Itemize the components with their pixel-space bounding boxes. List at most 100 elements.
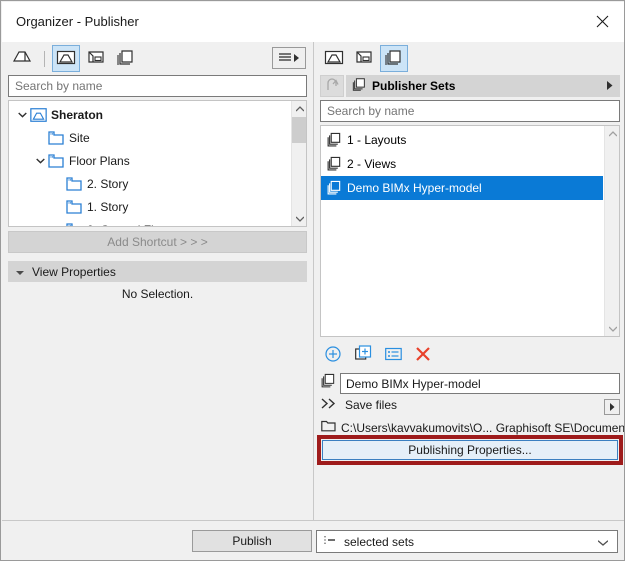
go-up-icon (325, 78, 339, 94)
tool-project-map[interactable] (8, 45, 36, 72)
tree-row[interactable]: Site (9, 126, 290, 149)
plus-circle-icon (325, 345, 341, 365)
publisher-set-icon (325, 156, 343, 172)
tree-row[interactable]: Sheraton (9, 103, 290, 126)
project-map-icon (12, 49, 32, 68)
delete-x-icon (415, 346, 431, 365)
view-map-tree[interactable]: Sheraton Site Floor Plans 2. Story 1. Story 0… (8, 100, 307, 227)
go-up-button[interactable] (320, 75, 344, 97)
duplicate-icon (354, 345, 372, 365)
view-folder-icon (65, 176, 83, 192)
publish-button[interactable]: Publish (192, 530, 312, 552)
title-bar: Organizer - Publisher (2, 2, 624, 42)
duplicate-set-button[interactable] (352, 344, 374, 366)
publisher-set-icon (325, 132, 343, 148)
publisher-sets-list[interactable]: 1 - Layouts 2 - Views Demo BIMx Hyper-mode… (320, 125, 620, 337)
publisher-sets-icon (384, 49, 404, 69)
folder-icon (321, 420, 336, 435)
set-name-value: Demo BIMx Hyper-model (346, 376, 481, 391)
organizer-window: Organizer - Publisher Search by name She… (0, 0, 625, 561)
new-set-button[interactable] (322, 344, 344, 366)
left-toolbar (2, 42, 313, 75)
no-selection-text: No Selection. (121, 287, 194, 301)
output-path-row[interactable]: C:\Users\kavvakumovits\O... Graphisoft S… (321, 420, 625, 435)
view-map-icon (56, 50, 76, 68)
publish-scope-label: selected sets (344, 534, 415, 549)
publisher-set-label: 1 - Layouts (347, 133, 407, 147)
add-shortcut-button[interactable]: Add Shortcut > > > (8, 231, 307, 253)
chevron-down-icon[interactable] (597, 535, 609, 549)
chevron-down-icon[interactable] (33, 154, 47, 168)
add-shortcut-label: Add Shortcut > > > (107, 235, 208, 249)
publisher-set-label: Demo BIMx Hyper-model (347, 181, 482, 195)
set-properties-button[interactable] (382, 344, 404, 366)
scroll-thumb[interactable] (292, 117, 306, 143)
triangle-right-icon (609, 400, 615, 414)
save-files-icon (321, 398, 339, 412)
view-folder-icon (65, 222, 83, 226)
scroll-up-button[interactable] (292, 101, 306, 116)
sets-scrollbar[interactable] (604, 126, 619, 336)
chevron-down-icon[interactable] (15, 108, 29, 122)
list-scope-icon (324, 535, 336, 549)
publishing-method-row[interactable]: Save files (321, 398, 397, 412)
tool-publisher-sets[interactable] (112, 45, 140, 72)
publishing-properties-label: Publishing Properties... (408, 443, 532, 457)
left-panel: Sheraton Site Floor Plans 2. Story 1. Story 0… (2, 42, 313, 520)
toolbar-separator (44, 51, 45, 67)
tree-row[interactable]: 1. Story (9, 195, 290, 218)
publishing-method-expand-button[interactable] (604, 399, 620, 415)
tree-row[interactable]: 0. Ground Floor (9, 218, 290, 226)
layout-book-icon (354, 49, 374, 68)
tree-row[interactable]: 2. Story (9, 172, 290, 195)
breadcrumb[interactable]: Publisher Sets (346, 75, 620, 97)
breadcrumb-label: Publisher Sets (372, 79, 456, 93)
publishing-properties-button[interactable]: Publishing Properties... (322, 440, 618, 460)
publisher-sets-icon (116, 49, 136, 69)
publisher-set-row[interactable]: 2 - Views (321, 152, 603, 176)
view-folder-icon (47, 153, 65, 169)
close-button[interactable] (580, 2, 624, 40)
hamburger-menu-icon (278, 51, 292, 65)
project-map-icon (324, 50, 344, 68)
set-name-icon-wrap (321, 373, 336, 392)
output-path-label: C:\Users\kavvakumovits\O... Graphisoft S… (341, 420, 625, 435)
publishing-method-label: Save files (345, 398, 398, 412)
delete-set-button[interactable] (412, 344, 434, 366)
chevron-down-icon (16, 265, 24, 279)
tree-scrollbar[interactable] (291, 101, 306, 226)
window-title: Organizer - Publisher (16, 14, 139, 29)
tool-view-map[interactable] (52, 45, 80, 72)
right-toolbar (314, 42, 624, 75)
view-properties-label: View Properties (32, 264, 116, 279)
publisher-set-row[interactable]: 1 - Layouts (321, 128, 603, 152)
list-properties-icon (384, 347, 402, 364)
layout-book-icon (86, 49, 106, 68)
set-name-input[interactable]: Demo BIMx Hyper-model (340, 373, 620, 394)
tree-row-label: Sheraton (51, 107, 104, 122)
right-tool-layout-book[interactable] (350, 45, 378, 72)
scroll-up-button[interactable] (605, 126, 619, 141)
tree-row-label: Site (69, 130, 90, 145)
right-tool-project-map[interactable] (320, 45, 348, 72)
tool-layout-book[interactable] (82, 45, 110, 72)
project-home-icon (29, 107, 47, 123)
publisher-set-icon (321, 373, 336, 392)
scroll-down-button[interactable] (292, 211, 306, 226)
triangle-right-icon[interactable] (607, 79, 613, 93)
view-properties-header[interactable]: View Properties (8, 261, 307, 282)
tree-row[interactable]: Floor Plans (9, 149, 290, 172)
bottom-bar: Publish selected sets (2, 520, 624, 560)
view-folder-icon (65, 199, 83, 215)
right-tool-publisher-sets[interactable] (380, 45, 408, 72)
publish-scope-select[interactable]: selected sets (316, 530, 618, 553)
publisher-set-icon (325, 180, 343, 196)
scroll-down-button[interactable] (605, 321, 619, 336)
left-menu-button[interactable] (272, 47, 306, 69)
right-search-input[interactable] (320, 100, 620, 122)
publish-label: Publish (232, 534, 272, 548)
publisher-set-row[interactable]: Demo BIMx Hyper-model (321, 176, 603, 200)
left-search-input[interactable] (8, 75, 307, 97)
